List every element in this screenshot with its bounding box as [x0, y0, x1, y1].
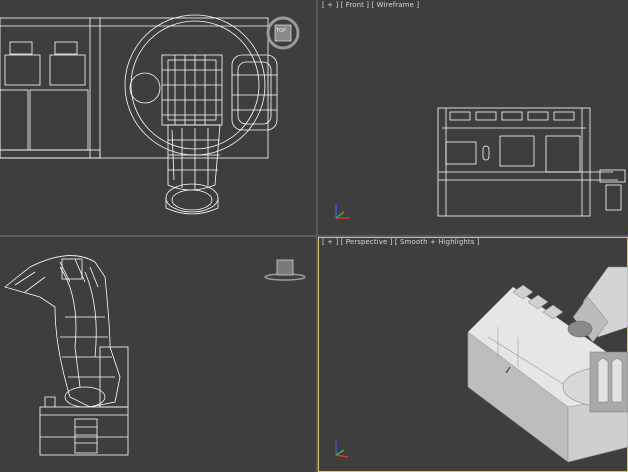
- viewport-front[interactable]: [ + ] [ Front ] [ Wireframe ]: [318, 0, 628, 235]
- viewport-left[interactable]: [0, 237, 316, 472]
- viewcube-face-label: TOP: [276, 28, 287, 34]
- perspective-shaded-model: [467, 266, 628, 463]
- left-viewcube-graphic: [264, 259, 306, 281]
- viewport-top[interactable]: TOP: [0, 0, 316, 235]
- axis-tripod-icon: [335, 204, 350, 219]
- front-wireframe-model: [437, 107, 626, 217]
- viewport-perspective[interactable]: [ + ] [ Perspective ] [ Smooth + Highlig…: [318, 237, 628, 472]
- perspective-axis-tripod-icon: [335, 441, 349, 458]
